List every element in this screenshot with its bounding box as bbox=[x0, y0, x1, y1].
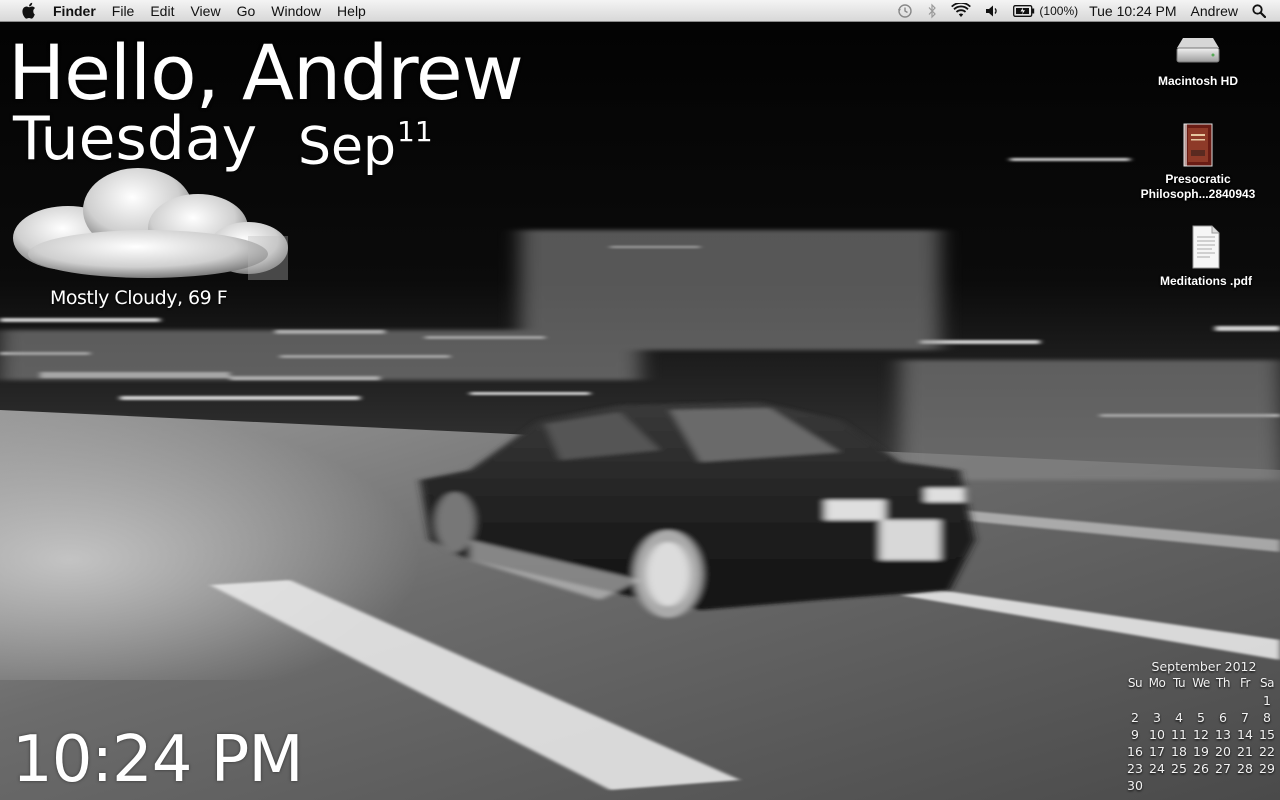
calendar-day bbox=[1146, 777, 1168, 794]
calendar-day: 29 bbox=[1259, 761, 1275, 776]
menu-window[interactable]: Window bbox=[263, 0, 329, 22]
calendar-day bbox=[1168, 692, 1190, 709]
calendar-day: 16 bbox=[1127, 744, 1143, 759]
weekday-label: Sa bbox=[1260, 676, 1274, 690]
calendar-day: 8 bbox=[1263, 710, 1271, 725]
desktop-icon-label: Meditations .pdf bbox=[1160, 274, 1252, 288]
battery-percentage[interactable]: (100%) bbox=[1037, 0, 1082, 22]
calendar-day: 7 bbox=[1241, 710, 1249, 725]
calendar-day: 15 bbox=[1259, 727, 1275, 742]
time-machine-icon[interactable] bbox=[897, 0, 913, 22]
weekday-label: Th bbox=[1216, 676, 1230, 690]
calendar-day: 5 bbox=[1197, 710, 1205, 725]
calendar-day: 27 bbox=[1215, 761, 1231, 776]
calendar-day: 1 bbox=[1263, 693, 1271, 708]
calendar-day: 2 bbox=[1131, 710, 1139, 725]
weekday-label: Mo bbox=[1148, 676, 1166, 690]
greeting-day-number: 11 bbox=[397, 115, 433, 148]
calendar-week-row: 2 3 4 5 6 7 8 bbox=[1124, 709, 1280, 726]
menu-bar: Finder File Edit View Go Window Help (10… bbox=[0, 0, 1280, 22]
calendar-day bbox=[1212, 692, 1234, 709]
calendar-day: 24 bbox=[1149, 761, 1165, 776]
weekday-label: We bbox=[1192, 676, 1210, 690]
calendar-day: 11 bbox=[1171, 727, 1187, 742]
wifi-icon[interactable] bbox=[951, 0, 972, 22]
calendar-weekday-header: Su Mo Tu We Th Fr Sa bbox=[1124, 675, 1280, 692]
calendar-day: 10 bbox=[1149, 727, 1165, 742]
desktop-icon-macintosh-hd[interactable]: Macintosh HD bbox=[1123, 30, 1273, 89]
volume-icon[interactable] bbox=[985, 0, 999, 22]
desktop-icon-label: Presocratic Philosoph...2840943 bbox=[1140, 172, 1256, 201]
pdf-document-icon bbox=[1192, 225, 1220, 269]
calendar-widget: September 2012 Su Mo Tu We Th Fr Sa 1 2 … bbox=[1124, 658, 1280, 794]
battery-icon[interactable] bbox=[1013, 0, 1035, 22]
calendar-day: 9 bbox=[1131, 727, 1139, 742]
calendar-day: 25 bbox=[1171, 761, 1187, 776]
calendar-day bbox=[1212, 777, 1234, 794]
weekday-label: Fr bbox=[1240, 676, 1250, 690]
desktop-icon-meditations-pdf[interactable]: Meditations .pdf bbox=[1131, 224, 1280, 289]
menu-app-finder[interactable]: Finder bbox=[47, 0, 104, 22]
book-icon bbox=[1183, 123, 1213, 167]
greeting-month: Sep bbox=[298, 117, 397, 177]
calendar-week-row: 23 24 25 26 27 28 29 bbox=[1124, 760, 1280, 777]
calendar-day bbox=[1146, 692, 1168, 709]
calendar-day bbox=[1190, 777, 1212, 794]
calendar-day bbox=[1190, 692, 1212, 709]
calendar-day bbox=[1234, 692, 1256, 709]
calendar-day: 28 bbox=[1237, 761, 1253, 776]
hard-drive-icon bbox=[1176, 38, 1220, 63]
calendar-title: September 2012 bbox=[1151, 659, 1257, 674]
menu-edit[interactable]: Edit bbox=[142, 0, 182, 22]
menu-file[interactable]: File bbox=[104, 0, 143, 22]
calendar-week-row: 9 10 11 12 13 14 15 bbox=[1124, 726, 1280, 743]
desktop: Finder File Edit View Go Window Help (10… bbox=[0, 0, 1280, 800]
apple-menu-icon[interactable] bbox=[17, 2, 39, 20]
calendar-day bbox=[1234, 777, 1256, 794]
calendar-day: 20 bbox=[1215, 744, 1231, 759]
calendar-day: 21 bbox=[1237, 744, 1253, 759]
calendar-day bbox=[1256, 777, 1278, 794]
calendar-day: 30 bbox=[1127, 778, 1143, 793]
desktop-icon-label: Macintosh HD bbox=[1157, 74, 1238, 88]
weather-text: Mostly Cloudy, 69 F bbox=[50, 287, 228, 309]
weekday-label: Tu bbox=[1172, 676, 1186, 690]
calendar-day bbox=[1124, 692, 1146, 709]
calendar-day: 17 bbox=[1149, 744, 1165, 759]
weekday-label: Su bbox=[1127, 676, 1143, 690]
calendar-day: 23 bbox=[1127, 761, 1143, 776]
menu-extras: (100%) Tue 10:24 PM Andrew bbox=[890, 0, 1280, 22]
desktop-clock: 10:24 PM bbox=[12, 723, 304, 797]
calendar-day: 18 bbox=[1171, 744, 1187, 759]
cloud-icon bbox=[13, 168, 288, 280]
menu-go[interactable]: Go bbox=[229, 0, 264, 22]
spotlight-icon[interactable] bbox=[1252, 0, 1266, 22]
desktop-icon-presocratic[interactable]: Presocratic Philosoph...2840943 bbox=[1123, 122, 1273, 202]
calendar-day: 22 bbox=[1259, 744, 1275, 759]
calendar-day: 26 bbox=[1193, 761, 1209, 776]
bluetooth-icon[interactable] bbox=[927, 0, 937, 22]
menu-help[interactable]: Help bbox=[329, 0, 374, 22]
calendar-day: 3 bbox=[1153, 710, 1161, 725]
menubar-clock[interactable]: Tue 10:24 PM bbox=[1082, 0, 1183, 22]
calendar-day: 14 bbox=[1237, 727, 1253, 742]
calendar-day: 19 bbox=[1193, 744, 1209, 759]
calendar-day: 13 bbox=[1215, 727, 1231, 742]
calendar-day: 6 bbox=[1219, 710, 1227, 725]
calendar-week-row: 16 17 18 19 20 21 22 bbox=[1124, 743, 1280, 760]
calendar-week-row: 1 bbox=[1124, 692, 1280, 709]
greeting-day-name: Tuesday bbox=[13, 104, 258, 174]
calendar-week-row: 30 bbox=[1124, 777, 1280, 794]
menubar-user[interactable]: Andrew bbox=[1184, 0, 1245, 22]
calendar-day: 4 bbox=[1175, 710, 1183, 725]
calendar-day bbox=[1168, 777, 1190, 794]
menu-view[interactable]: View bbox=[182, 0, 228, 22]
calendar-day: 12 bbox=[1193, 727, 1209, 742]
